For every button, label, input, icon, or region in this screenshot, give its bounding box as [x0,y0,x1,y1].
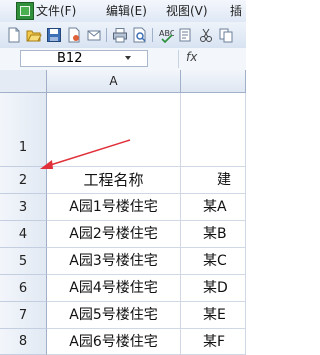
permission-icon[interactable] [66,27,82,43]
cell-a3[interactable]: A园1号楼住宅 [47,194,181,221]
cell-a6[interactable]: A园4号楼住宅 [47,275,181,302]
cell-b2[interactable]: 建 [181,167,246,194]
row-header-1[interactable]: 1 [0,93,47,167]
menu-file[interactable]: 文件(F) [36,3,76,19]
row-header-7[interactable]: 7 [0,302,47,329]
cell-b3[interactable]: 某A [181,194,246,221]
menu-edit[interactable]: 编辑(E) [106,3,147,19]
research-icon[interactable] [178,27,194,43]
cell-b4[interactable]: 某B [181,221,246,248]
chevron-down-icon[interactable] [125,56,131,60]
row-header-3[interactable]: 3 [0,194,47,221]
cell-b8[interactable]: 某F [181,329,246,355]
save-icon[interactable] [46,27,62,43]
standard-toolbar: ABC [0,22,246,49]
cell-b1[interactable] [181,93,246,167]
column-header-b[interactable] [181,70,246,93]
cell-b7[interactable]: 某E [181,302,246,329]
formula-divider [178,50,179,68]
row-header-5[interactable]: 5 [0,248,47,275]
new-icon[interactable] [6,27,22,43]
row-header-2[interactable]: 2 [0,167,47,194]
select-all-corner[interactable] [0,70,47,93]
print-icon[interactable] [112,27,128,43]
name-box[interactable]: B12 [20,50,148,67]
row-header-4[interactable]: 4 [0,221,47,248]
fx-icon[interactable]: fx [186,50,197,64]
cell-a1[interactable] [47,93,181,167]
cell-a2[interactable]: 工程名称 [47,167,181,194]
menu-view[interactable]: 视图(V) [166,3,208,19]
cut-icon[interactable] [198,27,214,43]
cell-a7[interactable]: A园5号楼住宅 [47,302,181,329]
print-preview-icon[interactable] [132,27,148,43]
svg-text:ABC: ABC [159,29,174,38]
menu-bar: 文件(F) 编辑(E) 视图(V) 插 [0,0,246,23]
spellcheck-icon[interactable]: ABC [158,27,174,43]
email-icon[interactable] [86,27,102,43]
copy-icon[interactable] [218,27,234,43]
open-icon[interactable] [26,27,42,43]
row-header-8[interactable]: 8 [0,329,47,355]
cell-b5[interactable]: 某C [181,248,246,275]
cell-a8[interactable]: A园6号楼住宅 [47,329,181,355]
excel-app-icon[interactable] [16,2,34,20]
cell-a4[interactable]: A园2号楼住宅 [47,221,181,248]
toolbar-separator [152,28,153,42]
spreadsheet-grid: A 1 2 工程名称 建 3 A园1号楼住宅 某A 4 A园2号楼住宅 某B 5… [0,70,246,355]
column-header-a[interactable]: A [47,70,181,93]
cell-a5[interactable]: A园3号楼住宅 [47,248,181,275]
formula-bar: B12 fx [0,48,246,71]
cell-b6[interactable]: 某D [181,275,246,302]
menu-insert[interactable]: 插 [230,3,242,19]
toolbar-separator [106,28,107,42]
row-header-6[interactable]: 6 [0,275,47,302]
